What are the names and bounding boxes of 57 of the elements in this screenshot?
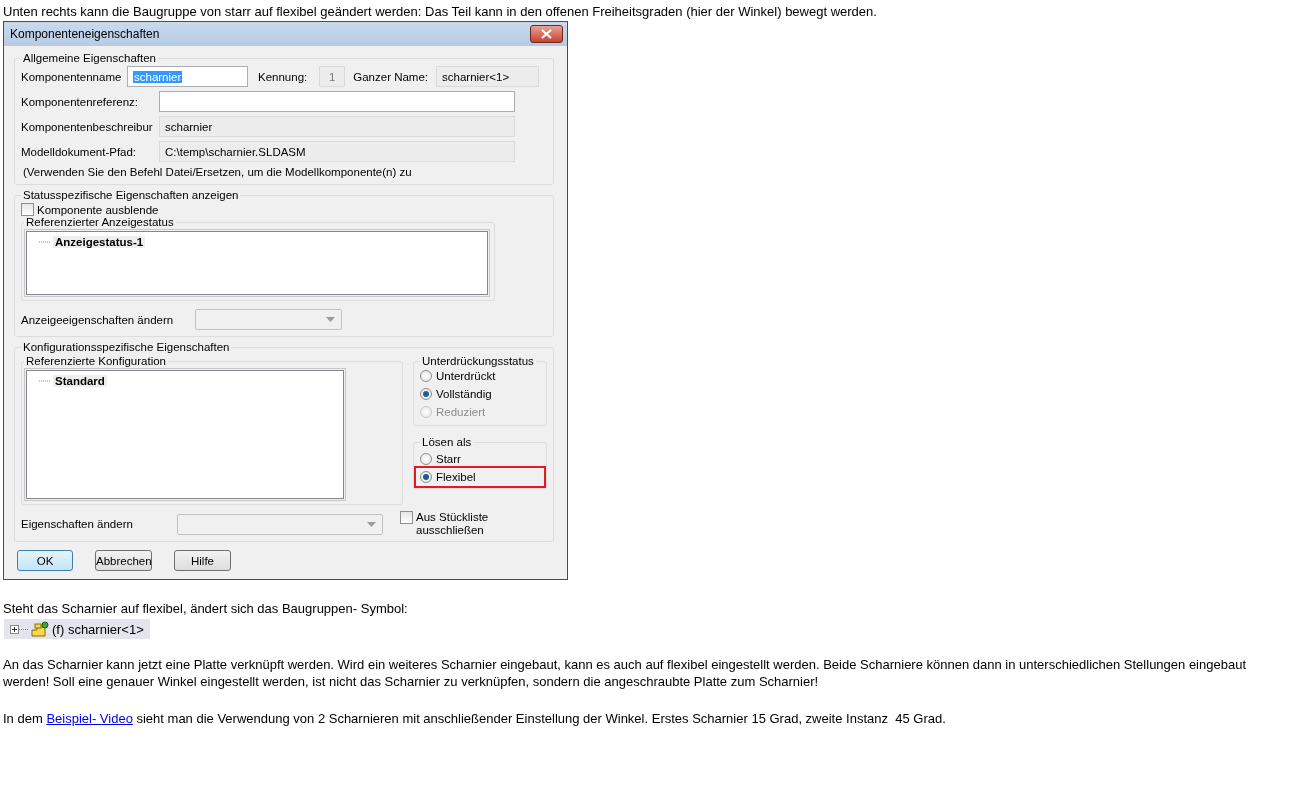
field-label: Kennung: <box>258 70 308 83</box>
field-label: Eigenschaften ändern <box>21 518 134 530</box>
field-label: Anzeigeeigenschaften ändern <box>21 313 175 326</box>
field-label: Ganzer Name: <box>353 70 429 83</box>
group-title: Unterdrückungsstatus <box>421 355 535 367</box>
checkbox-label: Aus Stückliste ausschließen <box>416 511 490 537</box>
radio-label: Vollständig <box>436 388 492 400</box>
radio-button[interactable] <box>420 370 432 382</box>
window-title: Komponenteneigenschaften <box>10 27 160 41</box>
full-name-field: scharnier<1> <box>436 66 540 87</box>
dropdown[interactable] <box>177 513 383 535</box>
group-title: Statusspezifische Eigenschaften anzeigen <box>22 189 240 201</box>
close-button[interactable] <box>530 25 563 43</box>
field-label: Komponentenreferenz: <box>21 95 139 108</box>
radio-button[interactable] <box>420 471 432 483</box>
video-link[interactable]: Beispiel- Video <box>46 711 133 726</box>
checkbox[interactable] <box>21 203 34 216</box>
path-field: C:\temp\scharnier.SLDASM <box>159 141 515 162</box>
tree-item[interactable]: Anzeigestatus-1 <box>53 236 146 248</box>
group-title: Referenzierte Konfiguration <box>25 355 167 367</box>
radio-label: Unterdrückt <box>436 370 496 382</box>
description-field: scharnier <box>159 116 515 137</box>
radio-label: Flexibel <box>436 471 476 483</box>
dialog-button[interactable]: OK <box>17 550 73 571</box>
reference-field[interactable] <box>159 91 515 112</box>
tree-line-icon <box>39 379 53 383</box>
field-value: scharnier <box>133 70 183 83</box>
field-label: Komponentenbeschreibur <box>21 120 153 133</box>
radio-button[interactable] <box>420 388 432 400</box>
assembly-icon <box>31 621 49 637</box>
radio-label: Reduziert <box>436 406 486 418</box>
dropdown-arrow-icon <box>326 317 335 322</box>
close-icon <box>541 29 552 39</box>
note-text: (Verwenden Sie den Befehl Datei/Ersetzen, um die Modellkomponente(n) zu <box>23 166 413 178</box>
tree-line-icon <box>39 240 53 244</box>
field-label: Modelldokument-Pfad: <box>21 145 138 158</box>
group-title: Referenzierter Anzeigestatus <box>25 216 175 228</box>
caption-text: Steht das Scharnier auf flexibel, ändert sich das Baugruppen- Symbol: <box>3 600 409 617</box>
radio-button[interactable] <box>420 453 432 465</box>
tree-node[interactable]: (f) scharnier<1> <box>4 619 150 639</box>
group-title: Lösen als <box>421 436 473 448</box>
checkbox-label: Komponente ausblende <box>37 203 159 216</box>
group-title: Konfigurationsspezifische Eigenschaften <box>22 341 231 353</box>
body-paragraph: In dem Beispiel- Video sieht man die Verwendung von 2 Scharnieren mit anschließender Einstellung der Winkel. Erstes Scharnier 15 Grad, zweite Instanz 45 Grad. <box>3 710 947 727</box>
dialog-button[interactable]: Abbrechen <box>95 550 152 571</box>
dialog-button[interactable]: Hilfe <box>174 550 231 571</box>
dropdown[interactable] <box>195 309 342 330</box>
dropdown-arrow-icon <box>367 521 376 527</box>
body-paragraph: An das Scharnier kann jetzt eine Platte verknüpft werden. Wird ein weiteres Scharnier eingebaut, kann es auch auf flexibel eingestellt werden. Beide Scharniere können dann in unterschiedlichen Stellungen eingebaut werden! Soll eine genauer Winkel eingestellt werden, ist nicht das Scharnier zu verknüpfen, sondern die angeschraubte Platte zum Scharnier! <box>3 656 1247 690</box>
checkbox[interactable] <box>400 511 413 524</box>
group-title: Allgemeine Eigenschaften <box>22 52 157 64</box>
node-label: (f) scharnier<1> <box>52 621 144 637</box>
field-label: Komponentenname <box>21 70 123 83</box>
intro-text: Unten rechts kann die Baugruppe von starr auf flexibel geändert werden: Das Teil kann in den offenen Freiheitsgraden (hier der Winkel) bewegt werden. <box>3 3 878 20</box>
tree-item[interactable]: Standard <box>53 375 107 387</box>
radio-label: Starr <box>436 453 461 465</box>
id-field: 1 <box>319 66 346 87</box>
